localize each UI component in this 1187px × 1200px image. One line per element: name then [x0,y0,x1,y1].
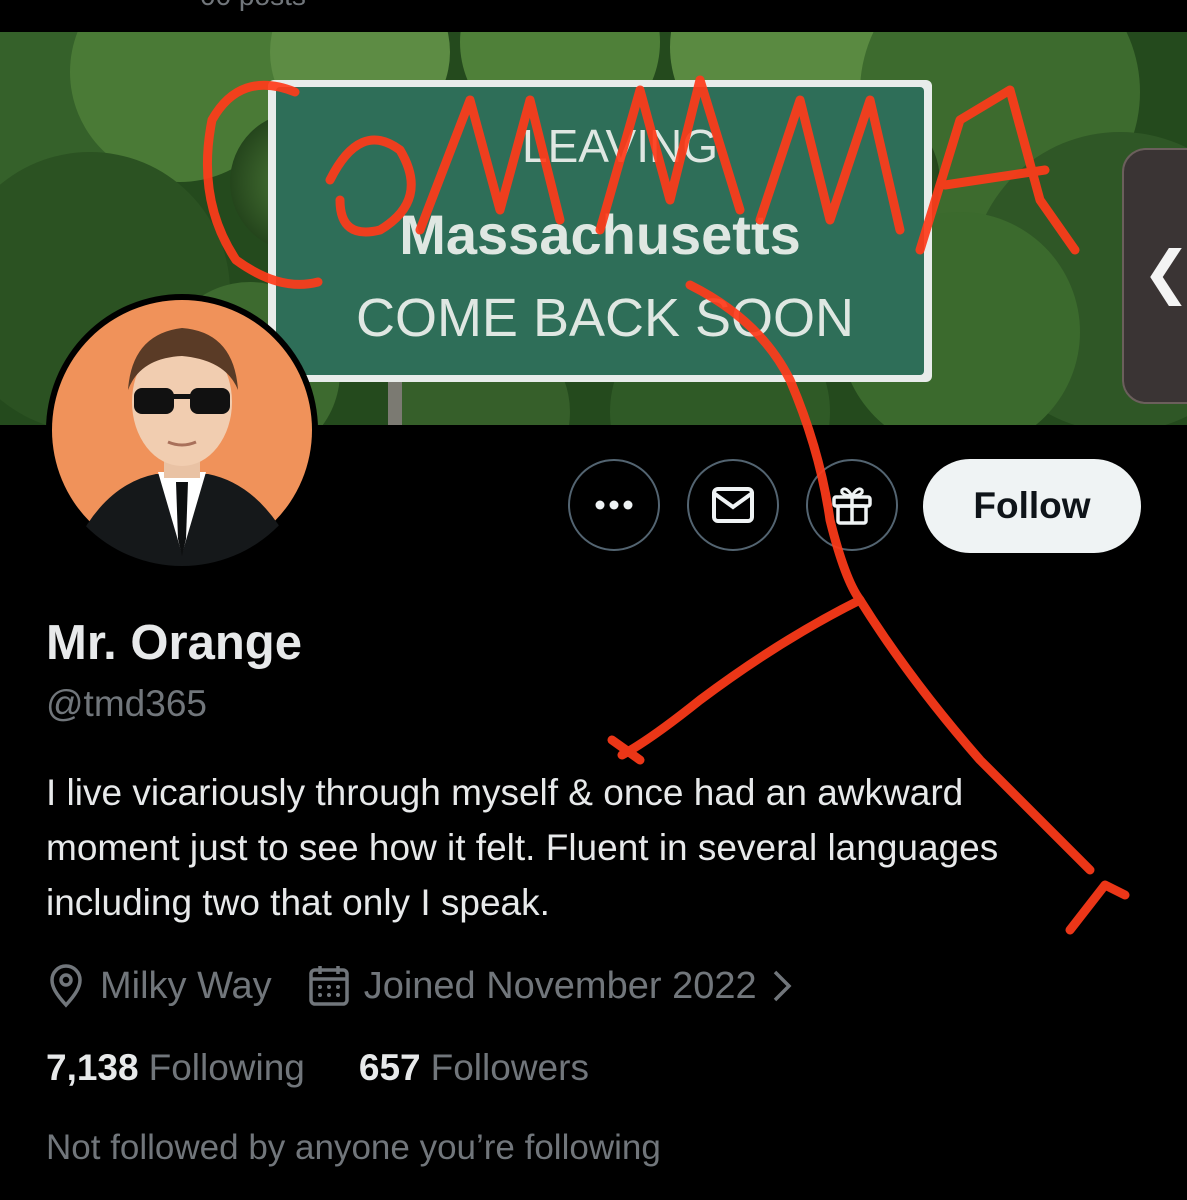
following-link[interactable]: 7,138 Following [46,1047,305,1089]
follow-button[interactable]: Follow [923,459,1141,553]
chevron-right-icon[interactable] [771,968,793,1004]
mutual-followers-note: Not followed by anyone you’re following [46,1128,661,1167]
gift-button[interactable] [806,459,898,551]
gift-icon [832,487,872,525]
more-dots-icon [595,500,633,510]
profile-meta: Milky Way Joined November 2022 [46,960,793,1012]
calendar-icon [308,965,350,1007]
svg-text:LEAVING: LEAVING [522,120,718,172]
joined-date[interactable]: Joined November 2022 [364,965,757,1008]
bio-line: including two that only I speak. [46,882,550,923]
following-label: Following [148,1047,305,1088]
svg-text:Massachusetts: Massachusetts [399,203,801,266]
followers-link[interactable]: 657 Followers [359,1047,589,1089]
bio: I live vicariously through myself & once… [46,765,1156,930]
chevron-left-icon: ❮ [1142,238,1187,306]
svg-text:COME BACK SOON: COME BACK SOON [356,288,854,348]
avatar[interactable] [46,294,318,566]
followers-label: Followers [430,1047,589,1088]
envelope-icon [712,487,754,523]
location-text: Milky Way [100,964,272,1007]
side-panel-handle[interactable]: ❮ [1122,148,1187,404]
bio-line: I live vicariously through myself & once… [46,772,964,813]
following-count: 7,138 [46,1047,139,1088]
follow-stats: 7,138 Following 657 Followers [46,1047,589,1089]
profile-top-bar: 00 posts [0,0,1187,32]
followers-count: 657 [358,1047,421,1088]
more-options-button[interactable] [568,459,660,551]
user-handle: @tmd365 [46,683,207,724]
avatar-photo [52,300,312,566]
message-button[interactable] [687,459,779,551]
bio-line: moment just to see how it felt. Fluent i… [46,827,999,868]
location-pin-icon [46,964,86,1008]
posts-count: 00 posts [200,0,306,12]
display-name: Mr. Orange [46,616,302,670]
